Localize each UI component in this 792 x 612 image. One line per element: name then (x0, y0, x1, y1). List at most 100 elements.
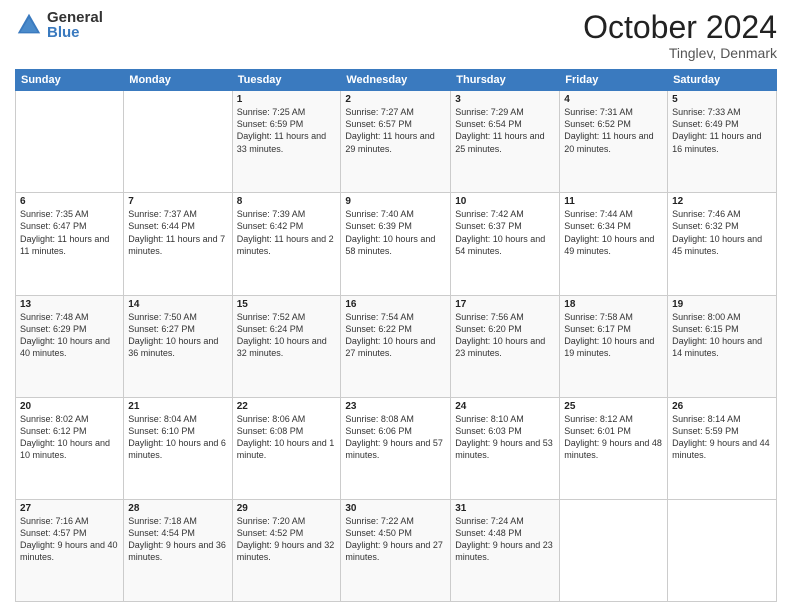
cell-info: Sunrise: 7:56 AMSunset: 6:20 PMDaylight:… (455, 311, 555, 360)
cell-day-number: 9 (345, 196, 446, 207)
cell-info: Sunrise: 7:54 AMSunset: 6:22 PMDaylight:… (345, 311, 446, 360)
cell-info: Sunrise: 7:25 AMSunset: 6:59 PMDaylight:… (237, 106, 337, 155)
cell-info: Sunrise: 8:08 AMSunset: 6:06 PMDaylight:… (345, 413, 446, 462)
cell-info: Sunrise: 7:33 AMSunset: 6:49 PMDaylight:… (672, 106, 772, 155)
calendar-cell (16, 91, 124, 193)
calendar-cell: 10Sunrise: 7:42 AMSunset: 6:37 PMDayligh… (451, 193, 560, 295)
cell-info: Sunrise: 7:16 AMSunset: 4:57 PMDaylight:… (20, 515, 119, 564)
cell-info: Sunrise: 7:42 AMSunset: 6:37 PMDaylight:… (455, 208, 555, 257)
logo-general-text: General (47, 10, 103, 25)
calendar-cell: 3Sunrise: 7:29 AMSunset: 6:54 PMDaylight… (451, 91, 560, 193)
calendar-week-3: 13Sunrise: 7:48 AMSunset: 6:29 PMDayligh… (16, 295, 777, 397)
day-of-week-friday: Friday (560, 70, 668, 91)
calendar-cell: 21Sunrise: 8:04 AMSunset: 6:10 PMDayligh… (124, 397, 232, 499)
calendar-cell: 24Sunrise: 8:10 AMSunset: 6:03 PMDayligh… (451, 397, 560, 499)
cell-day-number: 16 (345, 299, 446, 310)
cell-day-number: 19 (672, 299, 772, 310)
calendar-table: SundayMondayTuesdayWednesdayThursdayFrid… (15, 69, 777, 602)
calendar-cell: 22Sunrise: 8:06 AMSunset: 6:08 PMDayligh… (232, 397, 341, 499)
calendar-cell: 19Sunrise: 8:00 AMSunset: 6:15 PMDayligh… (668, 295, 777, 397)
cell-day-number: 15 (237, 299, 337, 310)
cell-info: Sunrise: 7:50 AMSunset: 6:27 PMDaylight:… (128, 311, 227, 360)
cell-day-number: 26 (672, 401, 772, 412)
cell-day-number: 29 (237, 503, 337, 514)
calendar-cell: 15Sunrise: 7:52 AMSunset: 6:24 PMDayligh… (232, 295, 341, 397)
calendar-week-1: 1Sunrise: 7:25 AMSunset: 6:59 PMDaylight… (16, 91, 777, 193)
cell-day-number: 8 (237, 196, 337, 207)
cell-info: Sunrise: 8:06 AMSunset: 6:08 PMDaylight:… (237, 413, 337, 462)
cell-info: Sunrise: 7:24 AMSunset: 4:48 PMDaylight:… (455, 515, 555, 564)
calendar-cell: 12Sunrise: 7:46 AMSunset: 6:32 PMDayligh… (668, 193, 777, 295)
calendar-week-5: 27Sunrise: 7:16 AMSunset: 4:57 PMDayligh… (16, 499, 777, 601)
cell-info: Sunrise: 8:12 AMSunset: 6:01 PMDaylight:… (564, 413, 663, 462)
calendar-cell: 6Sunrise: 7:35 AMSunset: 6:47 PMDaylight… (16, 193, 124, 295)
cell-day-number: 11 (564, 196, 663, 207)
cell-info: Sunrise: 7:20 AMSunset: 4:52 PMDaylight:… (237, 515, 337, 564)
calendar-cell: 16Sunrise: 7:54 AMSunset: 6:22 PMDayligh… (341, 295, 451, 397)
calendar-cell (668, 499, 777, 601)
cell-day-number: 4 (564, 94, 663, 105)
calendar-cell: 14Sunrise: 7:50 AMSunset: 6:27 PMDayligh… (124, 295, 232, 397)
cell-info: Sunrise: 7:46 AMSunset: 6:32 PMDaylight:… (672, 208, 772, 257)
calendar-cell: 20Sunrise: 8:02 AMSunset: 6:12 PMDayligh… (16, 397, 124, 499)
cell-info: Sunrise: 7:22 AMSunset: 4:50 PMDaylight:… (345, 515, 446, 564)
calendar-cell: 17Sunrise: 7:56 AMSunset: 6:20 PMDayligh… (451, 295, 560, 397)
cell-info: Sunrise: 7:18 AMSunset: 4:54 PMDaylight:… (128, 515, 227, 564)
calendar-cell (124, 91, 232, 193)
day-of-week-monday: Monday (124, 70, 232, 91)
cell-info: Sunrise: 7:58 AMSunset: 6:17 PMDaylight:… (564, 311, 663, 360)
cell-day-number: 21 (128, 401, 227, 412)
cell-day-number: 28 (128, 503, 227, 514)
page: General Blue October 2024 Tinglev, Denma… (0, 0, 792, 612)
cell-day-number: 30 (345, 503, 446, 514)
logo-icon (15, 11, 43, 39)
calendar-cell: 11Sunrise: 7:44 AMSunset: 6:34 PMDayligh… (560, 193, 668, 295)
cell-day-number: 10 (455, 196, 555, 207)
cell-day-number: 6 (20, 196, 119, 207)
cell-day-number: 23 (345, 401, 446, 412)
cell-info: Sunrise: 7:48 AMSunset: 6:29 PMDaylight:… (20, 311, 119, 360)
cell-info: Sunrise: 8:02 AMSunset: 6:12 PMDaylight:… (20, 413, 119, 462)
cell-day-number: 27 (20, 503, 119, 514)
cell-info: Sunrise: 7:40 AMSunset: 6:39 PMDaylight:… (345, 208, 446, 257)
calendar-cell (560, 499, 668, 601)
calendar-cell: 31Sunrise: 7:24 AMSunset: 4:48 PMDayligh… (451, 499, 560, 601)
calendar-cell: 7Sunrise: 7:37 AMSunset: 6:44 PMDaylight… (124, 193, 232, 295)
day-of-week-saturday: Saturday (668, 70, 777, 91)
cell-day-number: 25 (564, 401, 663, 412)
location-subtitle: Tinglev, Denmark (583, 45, 777, 61)
cell-day-number: 13 (20, 299, 119, 310)
day-of-week-wednesday: Wednesday (341, 70, 451, 91)
month-title: October 2024 (583, 10, 777, 45)
calendar-header-row: SundayMondayTuesdayWednesdayThursdayFrid… (16, 70, 777, 91)
calendar-cell: 8Sunrise: 7:39 AMSunset: 6:42 PMDaylight… (232, 193, 341, 295)
cell-info: Sunrise: 8:14 AMSunset: 5:59 PMDaylight:… (672, 413, 772, 462)
cell-info: Sunrise: 7:44 AMSunset: 6:34 PMDaylight:… (564, 208, 663, 257)
logo: General Blue (15, 10, 103, 40)
calendar-cell: 4Sunrise: 7:31 AMSunset: 6:52 PMDaylight… (560, 91, 668, 193)
cell-info: Sunrise: 8:00 AMSunset: 6:15 PMDaylight:… (672, 311, 772, 360)
cell-day-number: 7 (128, 196, 227, 207)
cell-info: Sunrise: 7:39 AMSunset: 6:42 PMDaylight:… (237, 208, 337, 257)
calendar-cell: 13Sunrise: 7:48 AMSunset: 6:29 PMDayligh… (16, 295, 124, 397)
cell-info: Sunrise: 7:35 AMSunset: 6:47 PMDaylight:… (20, 208, 119, 257)
cell-day-number: 2 (345, 94, 446, 105)
logo-blue-text: Blue (47, 25, 103, 40)
cell-day-number: 31 (455, 503, 555, 514)
cell-day-number: 14 (128, 299, 227, 310)
calendar-cell: 2Sunrise: 7:27 AMSunset: 6:57 PMDaylight… (341, 91, 451, 193)
cell-info: Sunrise: 7:52 AMSunset: 6:24 PMDaylight:… (237, 311, 337, 360)
calendar-cell: 29Sunrise: 7:20 AMSunset: 4:52 PMDayligh… (232, 499, 341, 601)
day-of-week-sunday: Sunday (16, 70, 124, 91)
calendar-cell: 30Sunrise: 7:22 AMSunset: 4:50 PMDayligh… (341, 499, 451, 601)
cell-day-number: 5 (672, 94, 772, 105)
calendar-cell: 1Sunrise: 7:25 AMSunset: 6:59 PMDaylight… (232, 91, 341, 193)
header: General Blue October 2024 Tinglev, Denma… (15, 10, 777, 61)
cell-info: Sunrise: 7:37 AMSunset: 6:44 PMDaylight:… (128, 208, 227, 257)
cell-info: Sunrise: 8:10 AMSunset: 6:03 PMDaylight:… (455, 413, 555, 462)
cell-day-number: 18 (564, 299, 663, 310)
cell-day-number: 12 (672, 196, 772, 207)
calendar-cell: 28Sunrise: 7:18 AMSunset: 4:54 PMDayligh… (124, 499, 232, 601)
logo-text: General Blue (47, 10, 103, 40)
cell-day-number: 20 (20, 401, 119, 412)
